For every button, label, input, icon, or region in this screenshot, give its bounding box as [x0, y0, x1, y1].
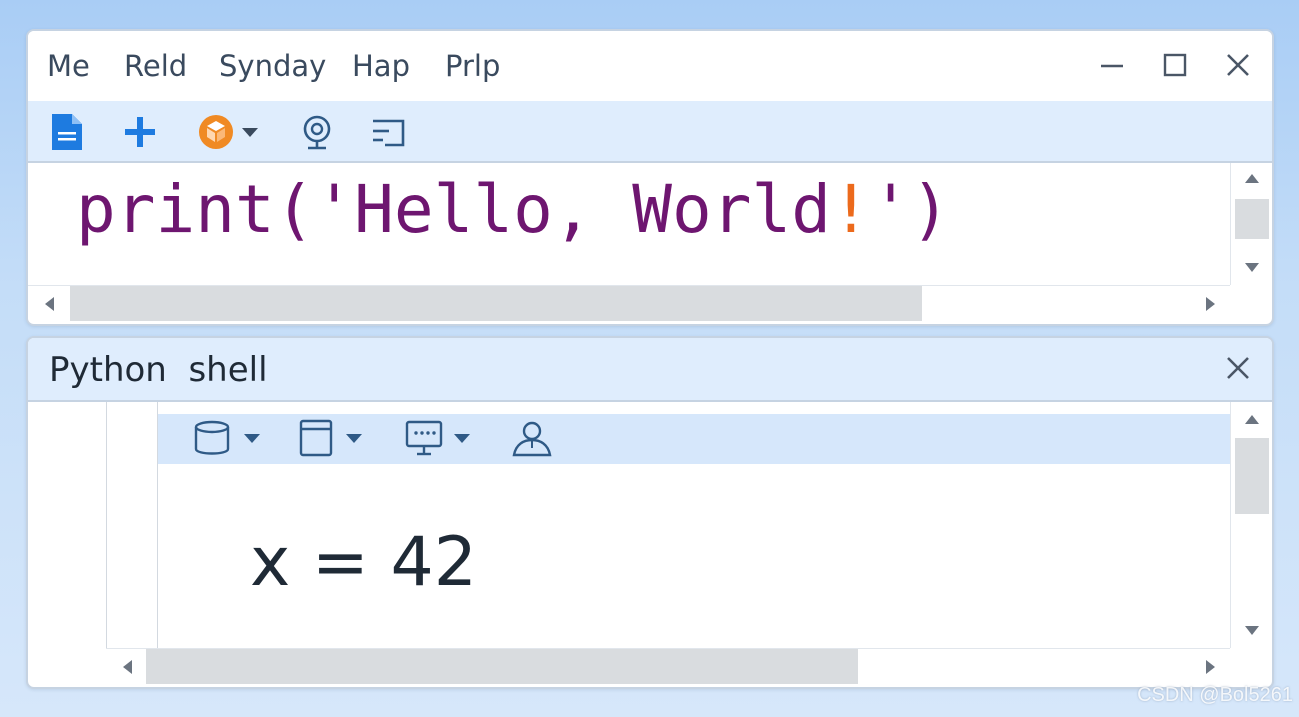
- close-icon[interactable]: [1218, 45, 1258, 85]
- editor-horizontal-scrollbar[interactable]: [28, 285, 1230, 323]
- close-icon[interactable]: [1218, 348, 1258, 388]
- package-icon[interactable]: [196, 112, 264, 152]
- shell-title: Python shell: [49, 350, 268, 390]
- window-icon[interactable]: [298, 418, 370, 458]
- code-text: print('Hello, World: [76, 171, 831, 248]
- scroll-left-icon[interactable]: [40, 295, 58, 313]
- shell-title-bar: Python shell: [28, 338, 1272, 402]
- scroll-up-icon[interactable]: [1243, 169, 1261, 187]
- editor-toolbar: [28, 101, 1272, 163]
- menu-item-me[interactable]: Me: [47, 49, 90, 83]
- code-exclamation: !: [830, 171, 871, 248]
- minimize-icon[interactable]: [1092, 45, 1132, 85]
- scroll-left-icon[interactable]: [118, 658, 136, 676]
- editor-vertical-scrollbar[interactable]: [1230, 163, 1272, 285]
- code-text-end: '): [870, 171, 951, 248]
- step-icon[interactable]: [369, 112, 407, 152]
- scroll-thumb[interactable]: [146, 649, 858, 684]
- code-line: print('Hello, World!'): [76, 171, 950, 248]
- scroll-thumb[interactable]: [1235, 438, 1269, 514]
- code-editor[interactable]: print('Hello, World!'): [28, 163, 1230, 285]
- scroll-up-icon[interactable]: [1243, 410, 1261, 428]
- scroll-down-icon[interactable]: [1243, 622, 1261, 640]
- shell-output: x = 42: [250, 523, 477, 602]
- menu-item-reld[interactable]: Reld: [124, 49, 187, 83]
- scroll-down-icon[interactable]: [1243, 259, 1261, 277]
- user-icon[interactable]: [510, 418, 554, 458]
- scroll-thumb[interactable]: [70, 286, 922, 321]
- python-shell-window: Python shell x = 42: [26, 336, 1274, 689]
- menu-bar: Me Reld Synday Hap Prlp: [28, 31, 1272, 101]
- shell-toolbar: [158, 414, 1230, 464]
- gutter-divider: [106, 402, 107, 650]
- maximize-icon[interactable]: [1155, 45, 1195, 85]
- scroll-right-icon[interactable]: [1202, 295, 1220, 313]
- shell-horizontal-scrollbar[interactable]: [106, 648, 1230, 686]
- editor-window: Me Reld Synday Hap Prlp print('Hello, Wo…: [26, 29, 1274, 326]
- add-icon[interactable]: [122, 112, 158, 152]
- monitor-icon[interactable]: [404, 418, 478, 458]
- scroll-thumb[interactable]: [1235, 199, 1269, 239]
- shell-vertical-scrollbar[interactable]: [1230, 402, 1272, 648]
- menu-item-synday[interactable]: Synday: [219, 49, 326, 83]
- database-icon[interactable]: [192, 418, 270, 458]
- debug-icon[interactable]: [296, 112, 338, 152]
- menu-item-prlp[interactable]: Prlp: [445, 49, 500, 83]
- watermark: CSDN @Bol5261: [1137, 684, 1293, 706]
- scroll-right-icon[interactable]: [1202, 658, 1220, 676]
- new-file-icon[interactable]: [48, 112, 86, 152]
- menu-item-hap[interactable]: Hap: [352, 49, 410, 83]
